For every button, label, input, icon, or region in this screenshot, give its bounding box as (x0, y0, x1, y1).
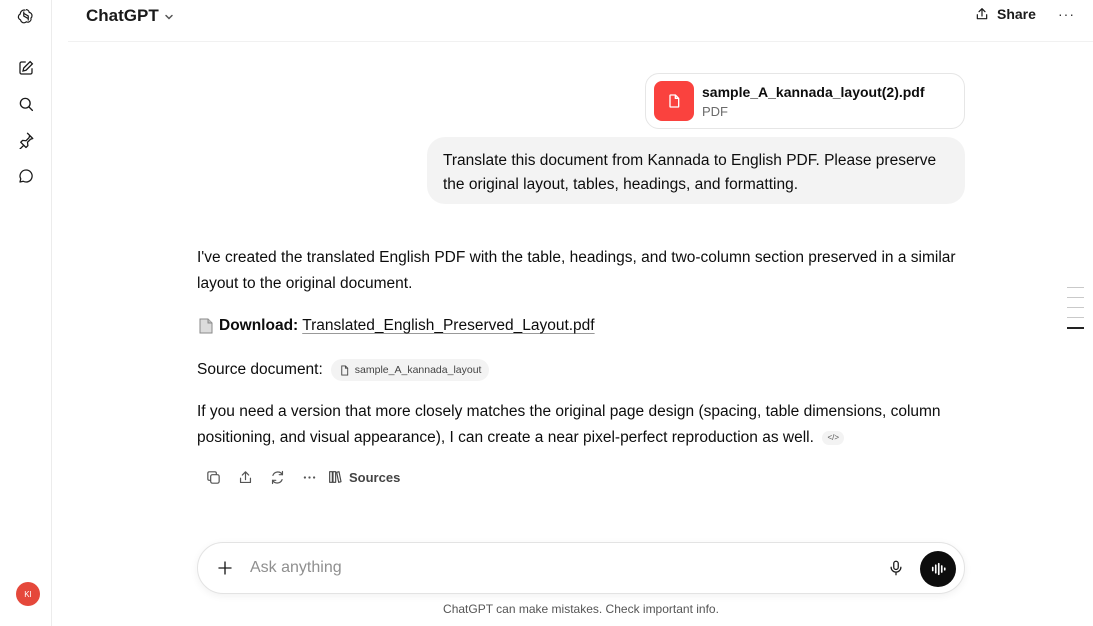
share-label: Share (997, 6, 1036, 22)
file-icon (341, 364, 348, 376)
sources-button[interactable]: Sources (327, 469, 400, 485)
minimap-tick-active[interactable] (1067, 327, 1084, 329)
top-header: ChatGPT Share ··· (68, 0, 1093, 42)
user-message-text: Translate this document from Kannada to … (443, 152, 937, 193)
openai-logo-icon[interactable] (14, 4, 38, 28)
refresh-icon (271, 470, 283, 484)
more-options-icon: ··· (1058, 6, 1075, 22)
avatar[interactable]: KI (16, 582, 40, 606)
dictate-button[interactable] (886, 558, 906, 578)
source-chip-label: sample_A_kannada_layout (354, 364, 482, 376)
search-icon[interactable] (14, 92, 38, 116)
plus-icon (218, 561, 232, 575)
pin-icon[interactable] (14, 128, 38, 152)
model-selector[interactable]: ChatGPT (86, 6, 175, 26)
minimap-tick[interactable] (1067, 317, 1084, 318)
attachment-card[interactable]: sample_A_kannada_layout(2).pdf PDF (645, 73, 965, 129)
sources-label: Sources (349, 469, 401, 485)
download-label: Download: (219, 317, 299, 334)
user-message-bubble: Translate this document from Kannada to … (427, 137, 965, 204)
pdf-file-icon (654, 81, 694, 121)
download-link[interactable]: Translated_English_Preserved_Layout.pdf (302, 313, 594, 339)
share-icon (976, 8, 988, 20)
regenerate-button[interactable] (261, 466, 293, 488)
avatar-initials: KI (24, 589, 32, 599)
chevron-down-icon (164, 14, 173, 20)
conversation-minimap[interactable] (1067, 287, 1084, 338)
download-line: Download: Translated_English_Preserved_L… (197, 313, 957, 339)
microphone-icon (890, 560, 902, 576)
copy-button[interactable] (197, 466, 229, 488)
more-actions-button[interactable] (293, 466, 325, 488)
source-line: Source document: sample_A_kannada_layout (197, 357, 957, 383)
message-actions: Sources (197, 466, 400, 488)
composer (197, 542, 965, 594)
book-icon (329, 471, 342, 483)
share-message-button[interactable] (229, 466, 261, 488)
waveform-icon (931, 562, 946, 576)
document-icon (197, 317, 215, 335)
attach-button[interactable] (214, 557, 236, 579)
assistant-paragraph: I've created the translated English PDF … (197, 249, 956, 292)
copy-icon (206, 470, 220, 484)
code-citation-chip[interactable]: </> (822, 430, 845, 445)
sidebar-rail: KI (0, 0, 52, 626)
upload-icon (239, 470, 251, 483)
voice-mode-button[interactable] (920, 551, 956, 587)
minimap-tick[interactable] (1067, 307, 1084, 308)
source-document-chip[interactable]: sample_A_kannada_layout (330, 359, 490, 381)
model-name: ChatGPT (86, 6, 159, 25)
source-label: Source document: (197, 361, 323, 378)
prompt-input[interactable] (250, 555, 850, 581)
share-button[interactable]: Share (974, 6, 1036, 22)
assistant-paragraph-closing: If you need a version that more closely … (197, 399, 957, 451)
minimap-tick[interactable] (1067, 297, 1084, 298)
chat-bubble-icon[interactable] (14, 164, 38, 188)
attachment-filetype: PDF (702, 103, 728, 119)
attachment-filename: sample_A_kannada_layout(2).pdf (702, 83, 925, 100)
disclaimer-text: ChatGPT can make mistakes. Check importa… (443, 602, 719, 616)
more-options-button[interactable]: ··· (1058, 6, 1075, 22)
ellipsis-icon (303, 475, 315, 479)
minimap-tick[interactable] (1067, 287, 1084, 288)
new-chat-icon[interactable] (14, 56, 38, 80)
